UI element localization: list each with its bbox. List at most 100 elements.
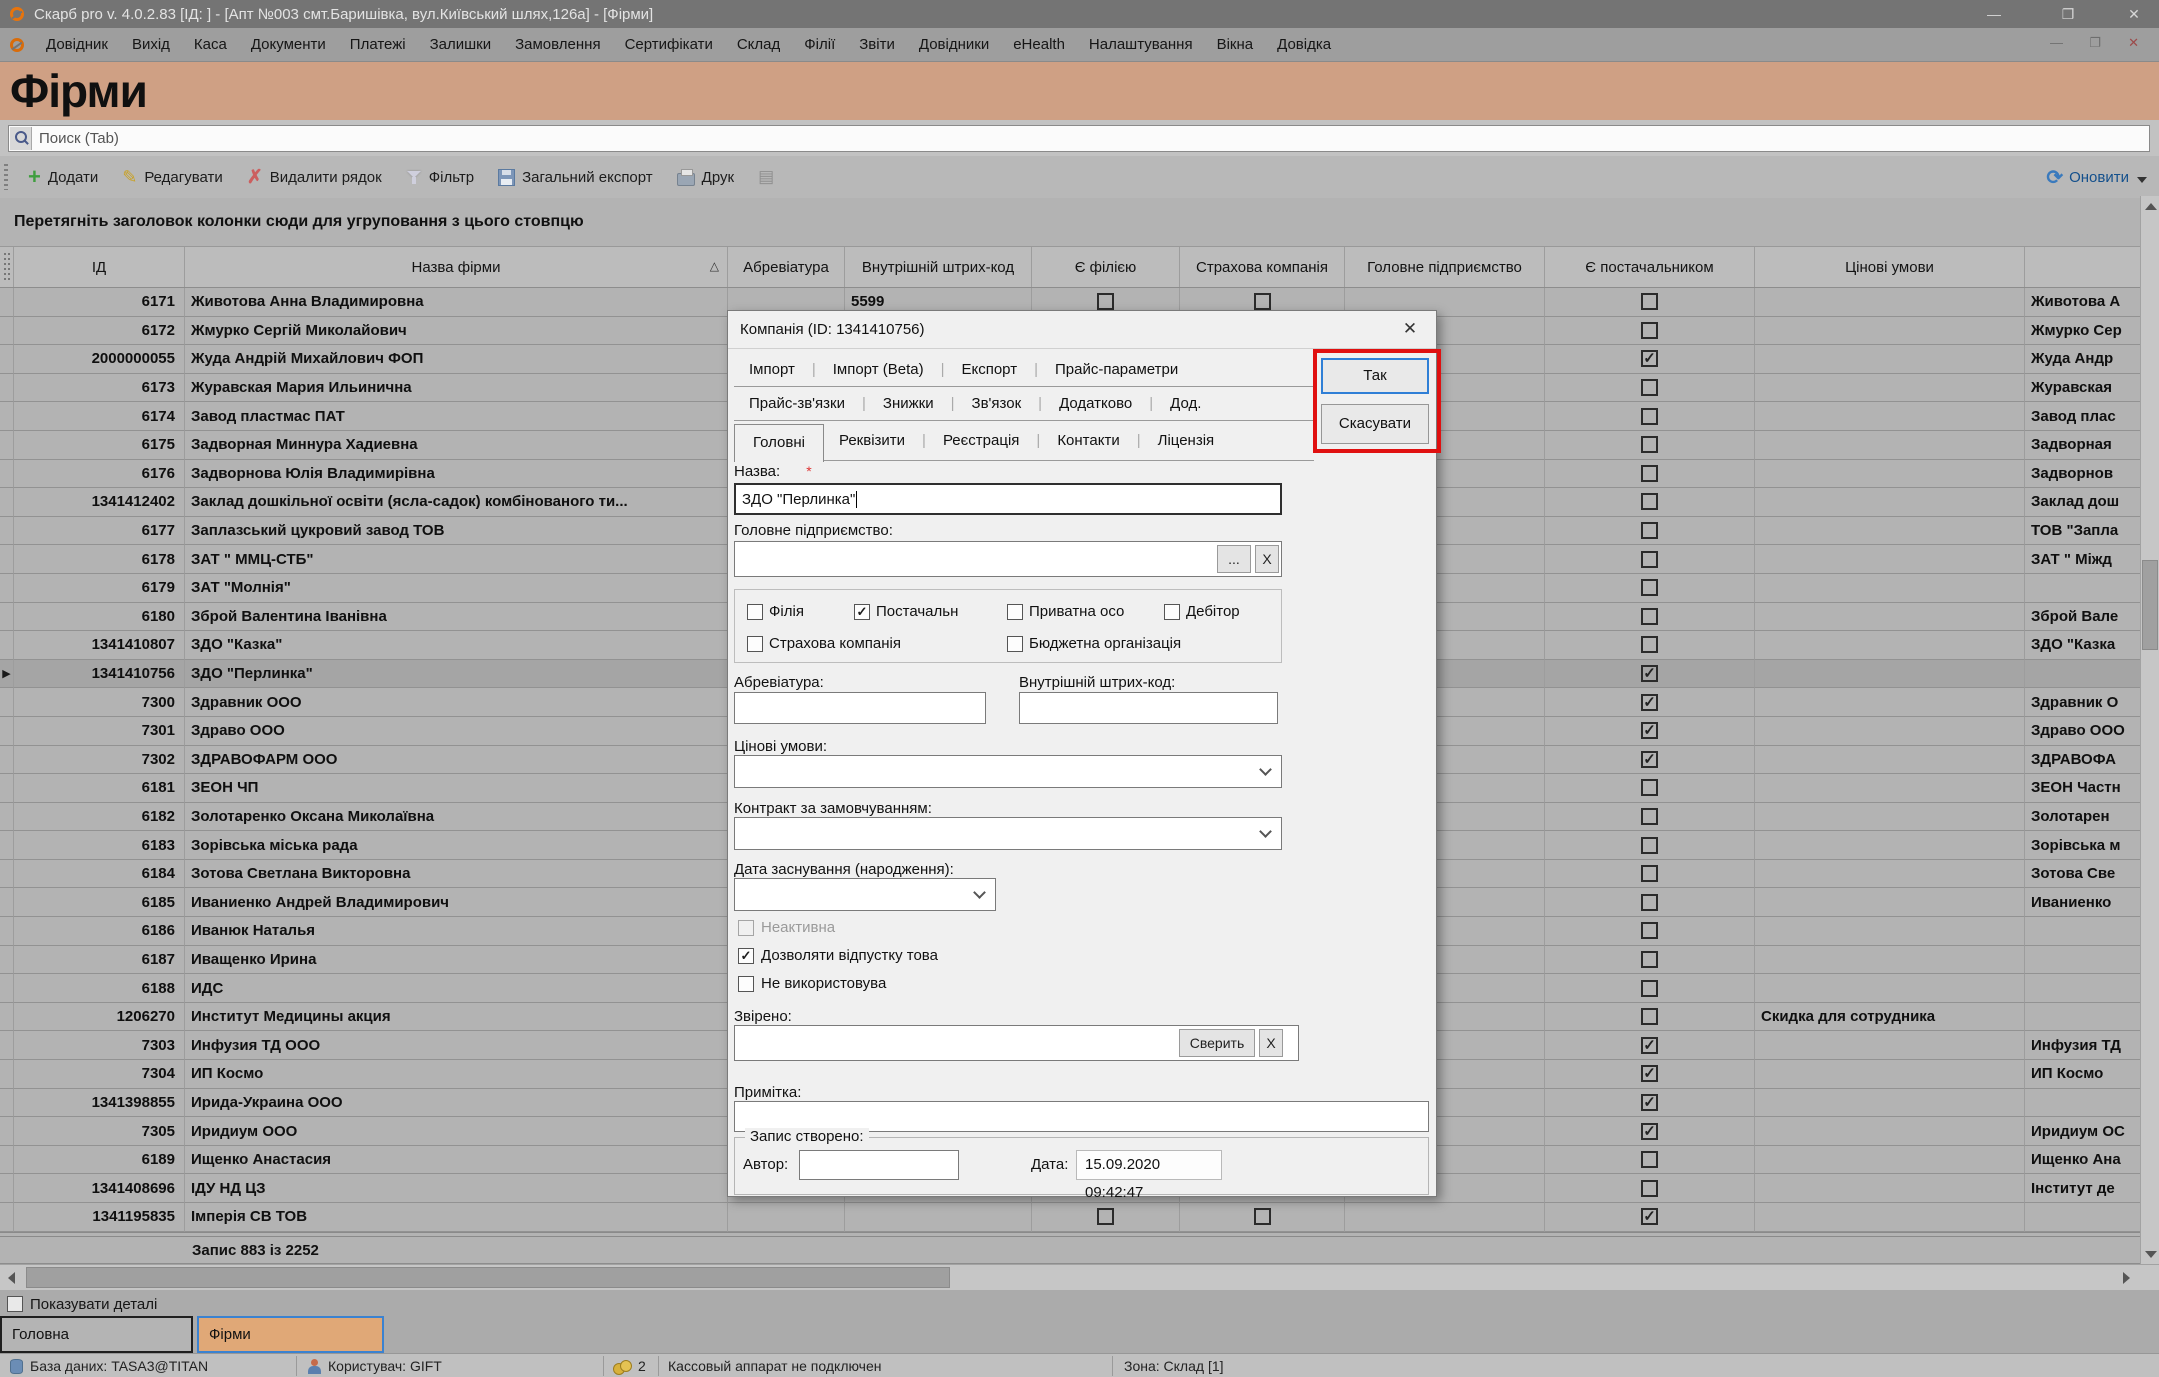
is-supplier-checkbox[interactable] — [1641, 722, 1658, 739]
refresh-button[interactable]: ⟳Оновити — [2046, 156, 2129, 198]
is-supplier-checkbox[interactable] — [1641, 1180, 1658, 1197]
column-header-abbr[interactable]: Абревіатура — [728, 247, 845, 287]
flag-budget-org[interactable]: Бюджетна організація — [1007, 635, 1181, 652]
menu-item-sklad[interactable]: Склад — [725, 28, 792, 62]
founded-date-select[interactable] — [734, 878, 996, 911]
is-supplier-checkbox[interactable] — [1641, 665, 1658, 682]
verify-button[interactable]: Сверить — [1179, 1029, 1255, 1057]
is-supplier-checkbox[interactable] — [1641, 322, 1658, 339]
menu-item-zvity[interactable]: Звіти — [847, 28, 907, 62]
scroll-down-icon[interactable] — [2141, 1244, 2159, 1264]
menu-item-vikna[interactable]: Вікна — [1205, 28, 1266, 62]
menu-item-sertyfikaty[interactable]: Сертифікати — [613, 28, 725, 62]
insurance-checkbox[interactable] — [1254, 293, 1271, 310]
scroll-left-icon[interactable] — [0, 1267, 22, 1288]
not-use-checkbox-row[interactable]: Не використовува — [738, 975, 886, 992]
menu-item-nalashtuvannia[interactable]: Налаштування — [1077, 28, 1205, 62]
column-header-is-supplier[interactable]: Є постачальником — [1545, 247, 1755, 287]
dialog-close-icon[interactable]: ✕ — [1398, 319, 1422, 339]
tab-license[interactable]: Ліцензія — [1143, 432, 1230, 449]
tab-price-params[interactable]: Прайс-параметри — [1040, 361, 1193, 378]
tab-contacts[interactable]: Контакти — [1042, 432, 1134, 449]
parent-company-field[interactable] — [734, 541, 1282, 577]
horizontal-scroll-thumb[interactable] — [26, 1267, 950, 1288]
is-supplier-checkbox[interactable] — [1641, 1008, 1658, 1025]
scroll-up-icon[interactable] — [2141, 196, 2159, 216]
is-supplier-checkbox[interactable] — [1641, 379, 1658, 396]
vertical-scrollbar[interactable] — [2140, 196, 2159, 1264]
flag-insurance[interactable]: Страхова компанія — [747, 635, 901, 652]
is-supplier-checkbox[interactable] — [1641, 837, 1658, 854]
search-input[interactable] — [33, 130, 2149, 147]
toolbar-grip[interactable] — [4, 164, 8, 190]
is-supplier-checkbox[interactable] — [1641, 436, 1658, 453]
column-header-is-branch[interactable]: Є філією — [1032, 247, 1180, 287]
is-supplier-checkbox[interactable] — [1641, 465, 1658, 482]
menu-item-filii[interactable]: Філії — [792, 28, 847, 62]
is-supplier-checkbox[interactable] — [1641, 1151, 1658, 1168]
is-supplier-checkbox[interactable] — [1641, 694, 1658, 711]
column-header-insurance[interactable]: Страхова компанія — [1180, 247, 1345, 287]
is-supplier-checkbox[interactable] — [1641, 522, 1658, 539]
abbreviation-field[interactable] — [734, 692, 986, 724]
name-field[interactable]: ЗДО "Перлинка" — [734, 483, 1282, 515]
menu-item-vykhid[interactable]: Вихід — [120, 28, 182, 62]
edit-button[interactable]: ✎Редагувати — [110, 156, 235, 198]
mdi-restore-icon[interactable]: ❐ — [2089, 35, 2101, 51]
flag-debtor[interactable]: Дебітор — [1164, 603, 1240, 620]
is-supplier-checkbox[interactable] — [1641, 751, 1658, 768]
window-close-icon[interactable]: ✕ — [2117, 0, 2151, 28]
tab-import[interactable]: Імпорт — [734, 361, 810, 378]
is-supplier-checkbox[interactable] — [1641, 1065, 1658, 1082]
allow-dispense-checkbox-row[interactable]: Дозволяти відпустку това — [738, 947, 938, 964]
menu-item-dovidka[interactable]: Довідка — [1265, 28, 1343, 62]
is-supplier-checkbox[interactable] — [1641, 608, 1658, 625]
flag-supplier[interactable]: Постачальн — [854, 603, 958, 620]
browse-button[interactable]: ... — [1217, 545, 1251, 573]
column-header-parent[interactable]: Головне підприємство — [1345, 247, 1545, 287]
group-by-panel[interactable]: Перетягніть заголовок колонки сюди для у… — [0, 198, 2159, 246]
columns-button[interactable]: ▤ — [746, 156, 786, 198]
verified-clear-button[interactable]: X — [1259, 1029, 1283, 1057]
column-header-id[interactable]: ІД — [14, 247, 185, 287]
table-row[interactable]: 1341195835Імперія СВ ТОВ — [0, 1203, 2159, 1232]
delete-row-button[interactable]: ✗Видалити рядок — [235, 156, 394, 198]
tab-connection[interactable]: Зв'язок — [957, 395, 1037, 412]
is-supplier-checkbox[interactable] — [1641, 1037, 1658, 1054]
scroll-right-icon[interactable] — [2115, 1267, 2137, 1288]
menu-item-zalyshky[interactable]: Залишки — [418, 28, 504, 62]
is-supplier-checkbox[interactable] — [1641, 951, 1658, 968]
tab-discounts[interactable]: Знижки — [868, 395, 949, 412]
mdi-minimize-icon[interactable]: — — [2050, 35, 2063, 50]
menu-item-dovidnyk[interactable]: Довідник — [34, 28, 120, 62]
tab-requisites[interactable]: Реквізити — [824, 432, 920, 449]
tab-price-links[interactable]: Прайс-зв'язки — [734, 395, 860, 412]
is-supplier-checkbox[interactable] — [1641, 894, 1658, 911]
is-supplier-checkbox[interactable] — [1641, 350, 1658, 367]
is-supplier-checkbox[interactable] — [1641, 579, 1658, 596]
menu-item-platezhi[interactable]: Платежі — [338, 28, 418, 62]
tab-export[interactable]: Експорт — [946, 361, 1032, 378]
tab-firmy[interactable]: Фірми — [197, 1316, 384, 1353]
menu-item-ehealth[interactable]: eHealth — [1001, 28, 1077, 62]
insurance-checkbox[interactable] — [1254, 1208, 1271, 1225]
tab-import-beta[interactable]: Імпорт (Beta) — [818, 361, 939, 378]
price-terms-select[interactable] — [734, 755, 1282, 788]
flag-private-person[interactable]: Приватна осо — [1007, 603, 1124, 620]
column-header-price-terms[interactable]: Цінові умови — [1755, 247, 2025, 287]
is-supplier-checkbox[interactable] — [1641, 493, 1658, 510]
is-supplier-checkbox[interactable] — [1641, 922, 1658, 939]
menu-item-dokumenty[interactable]: Документи — [239, 28, 338, 62]
is-supplier-checkbox[interactable] — [1641, 1123, 1658, 1140]
default-contract-select[interactable] — [734, 817, 1282, 850]
mdi-close-icon[interactable]: ✕ — [2128, 35, 2139, 51]
is-supplier-checkbox[interactable] — [1641, 551, 1658, 568]
column-header-name[interactable]: Назва фірми△ — [185, 247, 728, 287]
menu-item-dovidnyky[interactable]: Довідники — [907, 28, 1001, 62]
author-field[interactable] — [799, 1150, 959, 1180]
vertical-scroll-thumb[interactable] — [2142, 560, 2158, 650]
print-button[interactable]: Друк — [665, 156, 746, 198]
internal-barcode-field[interactable] — [1019, 692, 1278, 724]
tab-main[interactable]: Головні — [734, 424, 824, 462]
tab-additional[interactable]: Додатково — [1044, 395, 1147, 412]
